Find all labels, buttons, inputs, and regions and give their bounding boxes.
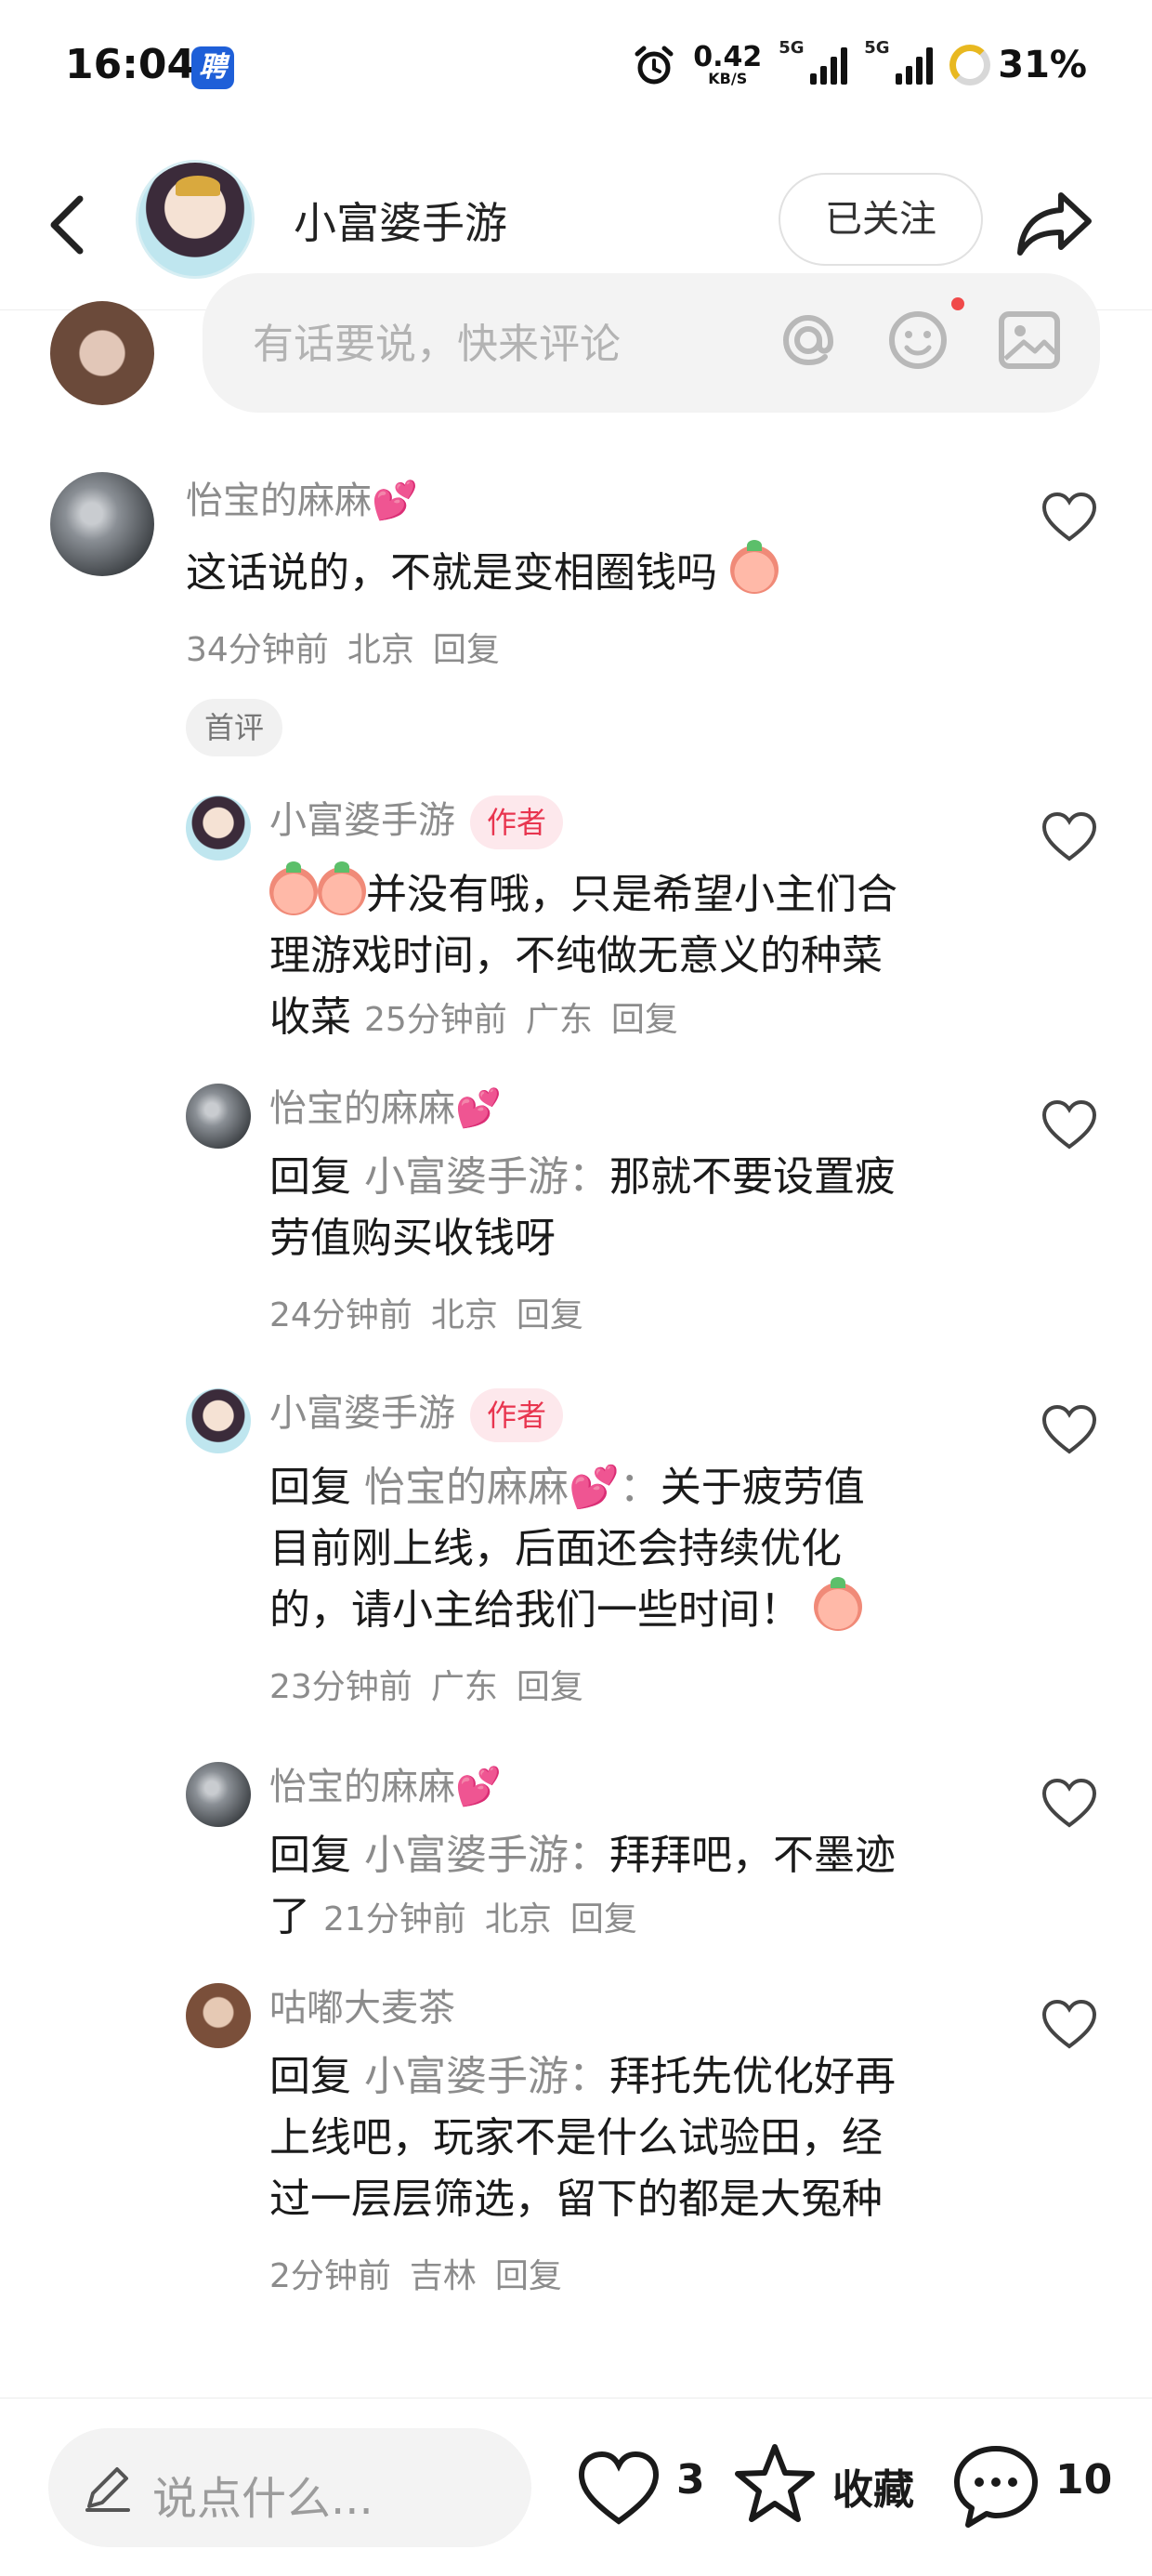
first-comment-badge: 首评 — [186, 699, 283, 756]
comment-text: 回复 怡宝的麻麻💕：关于疲劳值 目前刚上线，后面还会持续优化 的，请小主给我们一… — [269, 1464, 865, 1634]
comment-location: 北京 — [430, 1296, 498, 1334]
crying-emoji-icon — [318, 861, 366, 915]
comment-author[interactable]: 咕嘟大麦茶 — [269, 1978, 455, 2031]
mention-icon[interactable] — [773, 305, 844, 375]
like-heart-icon[interactable] — [574, 2447, 663, 2529]
status-bar: 16:04 聘 0.42 KB/S 5G 5G 31% — [0, 0, 1152, 139]
bottom-comment-input[interactable]: 说点什么... — [48, 2428, 531, 2547]
like-heart-icon[interactable] — [1039, 1097, 1100, 1152]
comment-meta: 24分钟前 北京 回复 — [269, 1288, 583, 1336]
comment-location: 北京 — [347, 631, 414, 669]
avatar[interactable] — [186, 1983, 251, 2048]
comment-author[interactable]: 小富婆手游 作者 — [269, 1383, 564, 1442]
comment-location: 广东 — [525, 1001, 593, 1039]
back-arrow-icon[interactable] — [37, 188, 102, 262]
reply-link[interactable]: 回复 — [433, 631, 500, 669]
comment-author[interactable]: 小富婆手游 作者 — [269, 790, 564, 849]
reply-link[interactable]: 回复 — [517, 1296, 583, 1334]
comment-meta: 34分钟前 北京 回复 — [186, 623, 500, 671]
battery-icon — [949, 45, 991, 85]
comment-location: 北京 — [484, 1900, 552, 1939]
network-speed: 0.42 KB/S — [693, 44, 762, 86]
alarm-icon — [635, 46, 674, 85]
account-name[interactable]: 小富婆手游 — [294, 190, 507, 251]
avatar[interactable] — [186, 1388, 251, 1453]
battery-level: 31% — [998, 44, 1087, 86]
reply-link[interactable]: 回复 — [517, 1668, 583, 1706]
reply-link[interactable]: 回复 — [611, 1001, 678, 1039]
comment-text: 回复 小富婆手游：那就不要设置疲 劳值购买收钱呀 — [269, 1153, 896, 1262]
share-icon[interactable] — [1013, 180, 1096, 264]
app-notification-icon: 聘 — [191, 46, 234, 89]
comment-meta: 2分钟前 吉林 回复 — [269, 2249, 562, 2297]
comment-input-row: 有话要说，快来评论 — [0, 273, 1152, 413]
heart-emoji-icon: 💕 — [372, 480, 418, 522]
avatar[interactable] — [186, 795, 251, 861]
comment-author[interactable]: 怡宝的麻麻💕 — [269, 1756, 502, 1810]
bottom-action-bar: 说点什么... 3 收藏 10 — [0, 2398, 1152, 2576]
network-speed-value: 0.42 — [693, 41, 763, 73]
pencil-icon — [85, 2467, 130, 2512]
notification-dot — [951, 297, 964, 310]
crying-emoji-icon — [730, 540, 779, 594]
comment-text: 回复 小富婆手游：拜托先优化好再 上线吧，玩家不是什么试验田，经 过一层层筛选，… — [269, 2053, 896, 2223]
reply-target[interactable]: 小富婆手游： — [364, 2053, 609, 2100]
like-count: 3 — [676, 2456, 705, 2504]
signal-label: 5G — [864, 38, 890, 58]
battery-indicator: 31% — [949, 44, 1087, 86]
network-speed-unit: KB/S — [708, 70, 748, 87]
comment-time: 24分钟前 — [269, 1296, 412, 1334]
like-heart-icon[interactable] — [1039, 1775, 1100, 1831]
comment-location: 吉林 — [409, 2257, 477, 2295]
reply-target[interactable]: 小富婆手游： — [364, 1153, 609, 1201]
comment-time: 2分钟前 — [269, 2257, 391, 2295]
comment-time: 34分钟前 — [186, 631, 329, 669]
comment-text: 这话说的，不就是变相圈钱吗 — [186, 540, 1003, 604]
signal-icon: 5G — [779, 38, 848, 85]
like-heart-icon[interactable] — [1039, 1401, 1100, 1457]
comment-count: 10 — [1055, 2456, 1113, 2504]
status-indicators: 0.42 KB/S 5G 5G 31% — [632, 37, 1087, 93]
heart-emoji-icon: 💕 — [455, 1766, 502, 1808]
comment-location: 广东 — [430, 1668, 498, 1706]
comment-text: 回复 小富婆手游：拜拜吧，不墨迹 了 21分钟前 北京 回复 — [269, 1832, 896, 1940]
account-avatar[interactable] — [136, 160, 255, 279]
avatar[interactable] — [186, 1084, 251, 1149]
comment-author[interactable]: 怡宝的麻麻💕 — [269, 1078, 502, 1132]
pleading-emoji-icon — [814, 1577, 862, 1631]
author-badge: 作者 — [470, 1388, 564, 1442]
comment-text: 并没有哦，只是希望小主们合 理游戏时间，不纯做无意义的种菜 收菜 25分钟前 广东… — [269, 861, 1013, 1051]
image-icon[interactable] — [994, 305, 1065, 375]
comment-time: 25分钟前 — [364, 1001, 507, 1039]
favorite-label[interactable]: 收藏 — [832, 2456, 914, 2516]
crying-emoji-icon — [269, 861, 318, 915]
avatar[interactable] — [186, 1762, 251, 1827]
comment-input-placeholder[interactable]: 有话要说，快来评论 — [253, 310, 621, 370]
comment-meta: 23分钟前 广东 回复 — [269, 1660, 583, 1708]
heart-emoji-icon: 💕 — [455, 1087, 502, 1130]
bottom-input-placeholder[interactable]: 说点什么... — [152, 2462, 373, 2527]
reply-link[interactable]: 回复 — [495, 2257, 562, 2295]
reply-target[interactable]: 怡宝的麻麻💕： — [364, 1464, 661, 1511]
emoji-icon[interactable] — [883, 305, 953, 375]
signal-label: 5G — [779, 38, 805, 58]
author-badge: 作者 — [470, 795, 564, 849]
reply-target[interactable]: 小富婆手游： — [364, 1832, 609, 1879]
signal-icon: 5G — [864, 38, 934, 85]
comment-time: 23分钟前 — [269, 1668, 412, 1706]
current-user-avatar — [50, 301, 154, 405]
comment-time: 21分钟前 — [323, 1900, 466, 1939]
comment-bubble-icon[interactable] — [949, 2439, 1042, 2532]
status-time: 16:04 — [65, 41, 196, 88]
star-icon[interactable] — [730, 2439, 819, 2529]
follow-button[interactable]: 已关注 — [779, 173, 983, 266]
avatar[interactable] — [50, 472, 154, 576]
like-heart-icon[interactable] — [1039, 808, 1100, 864]
like-heart-icon[interactable] — [1039, 489, 1100, 545]
comment-author[interactable]: 怡宝的麻麻💕 — [186, 470, 418, 524]
like-heart-icon[interactable] — [1039, 1996, 1100, 2052]
reply-link[interactable]: 回复 — [570, 1900, 637, 1939]
